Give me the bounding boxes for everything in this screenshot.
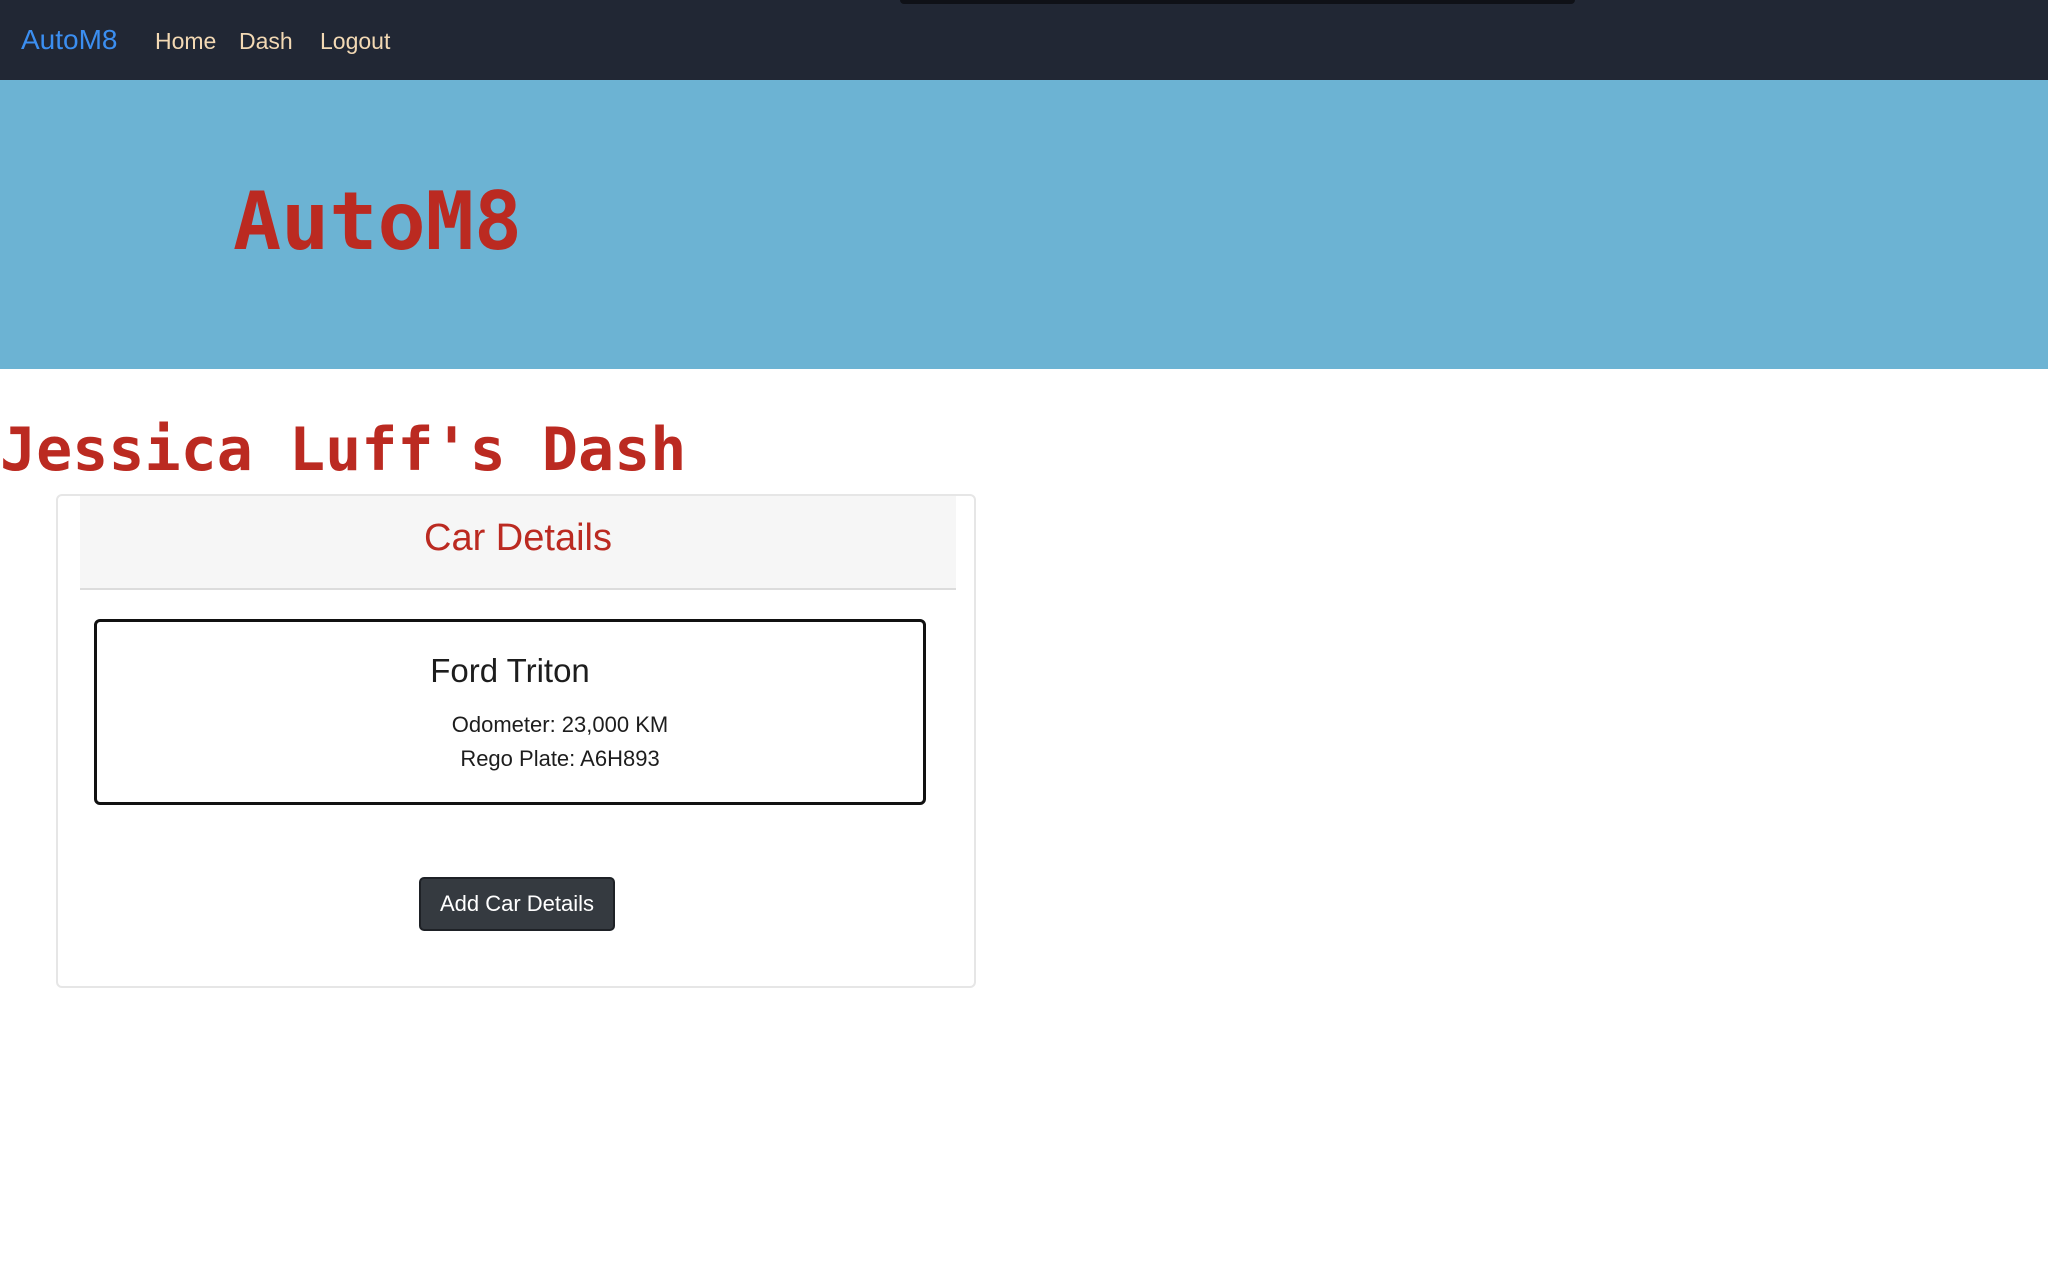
nav-link-logout[interactable]: Logout — [320, 26, 390, 56]
dash-title: Jessica Luff's Dash — [0, 415, 687, 485]
top-navbar: AutoM8 Home Dash Logout — [0, 0, 2048, 80]
nav-link-home[interactable]: Home — [155, 26, 216, 56]
nav-link-dash[interactable]: Dash — [239, 26, 293, 56]
brand-link[interactable]: AutoM8 — [21, 22, 118, 58]
car-odometer: Odometer: 23,000 KM — [451, 712, 669, 737]
car-details-card: Car Details Ford Triton Odometer: 23,000… — [56, 494, 976, 988]
car-name: Ford Triton — [430, 652, 590, 689]
car-rego-plate: Rego Plate: A6H893 — [460, 746, 660, 771]
add-car-details-button[interactable]: Add Car Details — [419, 877, 615, 931]
card-header-title: Car Details — [424, 517, 612, 559]
hero-title: AutoM8 — [233, 175, 522, 268]
hero-banner: AutoM8 — [0, 80, 2048, 369]
card-header: Car Details — [80, 496, 956, 590]
navbar-shadow-divider — [900, 0, 1575, 4]
car-item: Ford Triton Odometer: 23,000 KM Rego Pla… — [94, 619, 926, 805]
